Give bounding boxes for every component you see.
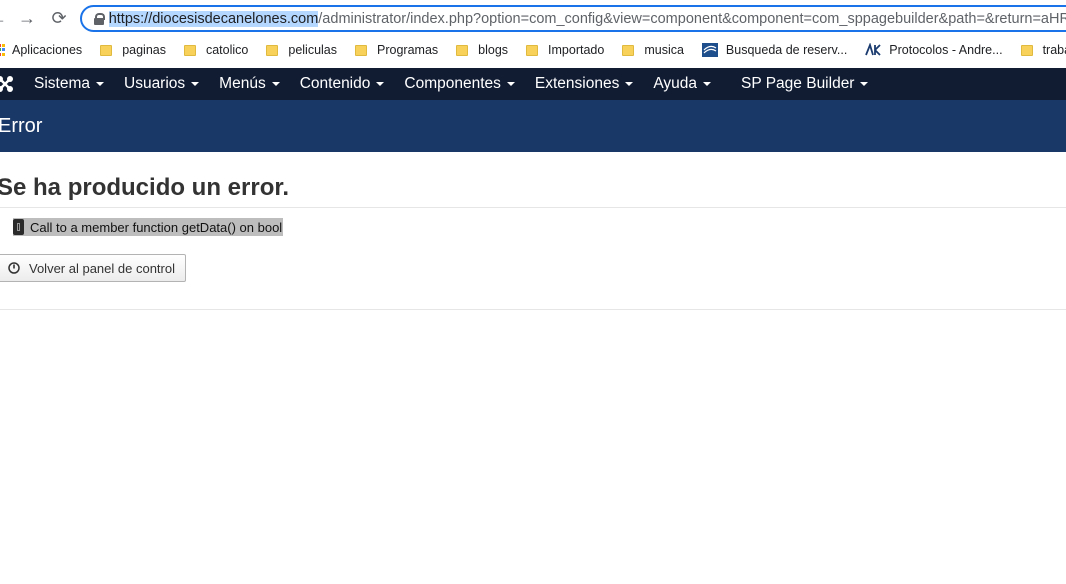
page-title-bar: Error xyxy=(0,100,1066,152)
bookmark-blogs[interactable]: blogs xyxy=(456,43,508,57)
bookmark-programas[interactable]: Programas xyxy=(355,43,438,57)
menu-label: Sistema xyxy=(34,75,90,92)
error-heading: Se ha producido un error. xyxy=(0,174,290,201)
menu-componentes[interactable]: Componentes xyxy=(404,75,515,93)
bookmark-label: paginas xyxy=(122,43,166,57)
divider xyxy=(0,309,1066,310)
url-host: https://diocesisdecanelones.com xyxy=(108,10,319,27)
url-text[interactable]: https://diocesisdecanelones.com/administ… xyxy=(108,10,1066,27)
menu-label: SP Page Builder xyxy=(741,75,855,92)
browser-toolbar: ← → ⟳ https://diocesisdecanelones.com/ad… xyxy=(0,0,1066,36)
caret-down-icon xyxy=(96,82,104,86)
caret-down-icon xyxy=(271,82,280,86)
caret-down-icon xyxy=(191,82,200,86)
admin-navbar: Sistema Usuarios Menús Contenido Compone… xyxy=(0,68,1066,100)
folder-icon xyxy=(526,44,539,56)
bookmark-label: Programas xyxy=(377,43,439,57)
url-path: /administrator/index.php?option=com_conf… xyxy=(318,10,1066,27)
menu-label: Usuarios xyxy=(124,75,186,92)
folder-icon xyxy=(622,44,635,56)
back-button-label: Volver al panel de control xyxy=(29,260,175,276)
address-bar[interactable]: https://diocesisdecanelones.com/administ… xyxy=(80,5,1066,32)
error-message: Call to a member function getData() on b… xyxy=(13,218,284,236)
apps-icon xyxy=(0,44,5,56)
bookmark-label: peliculas xyxy=(288,43,338,57)
caret-down-icon xyxy=(860,82,869,86)
dashboard-icon xyxy=(8,262,20,274)
bookmark-musica[interactable]: musica xyxy=(622,43,684,57)
menu-label: Contenido xyxy=(299,75,371,92)
joomla-logo-icon[interactable] xyxy=(0,75,14,93)
divider xyxy=(0,207,1066,208)
back-to-control-panel-button[interactable]: Volver al panel de control xyxy=(0,254,186,282)
caret-down-icon xyxy=(376,82,385,86)
menu-usuarios[interactable]: Usuarios xyxy=(124,75,200,93)
lock-icon xyxy=(94,12,105,25)
menu-label: Menús xyxy=(219,75,266,92)
folder-icon xyxy=(1020,44,1033,56)
page-title: Error xyxy=(0,114,43,137)
bookmark-label: Protocolos - Andre... xyxy=(889,43,1003,57)
back-arrow-icon[interactable]: ← xyxy=(0,6,10,30)
bookmark-label: musica xyxy=(644,43,684,57)
bookmark-paginas[interactable]: paginas xyxy=(100,43,166,57)
bookmark-label: Aplicaciones xyxy=(12,43,83,57)
bookmarks-bar: Aplicaciones paginas catolico peliculas … xyxy=(0,36,1066,64)
ak-icon xyxy=(865,43,881,56)
device-icon xyxy=(13,219,24,235)
bookmark-catolico[interactable]: catolico xyxy=(183,43,249,57)
folder-icon xyxy=(183,44,196,56)
bookmark-peliculas[interactable]: peliculas xyxy=(266,43,337,57)
reload-icon[interactable]: ⟳ xyxy=(47,6,71,30)
bookmark-protocolos[interactable]: Protocolos - Andre... xyxy=(865,43,1003,57)
bookmark-label: catolico xyxy=(205,43,249,57)
menu-sistema[interactable]: Sistema xyxy=(34,75,104,93)
reservation-icon xyxy=(701,43,718,57)
bookmark-apps[interactable]: Aplicaciones xyxy=(0,43,82,57)
menu-label: Componentes xyxy=(404,75,501,92)
bookmark-busqueda[interactable]: Busqueda de reserv... xyxy=(701,43,848,57)
menu-label: Ayuda xyxy=(653,75,698,92)
menu-ayuda[interactable]: Ayuda xyxy=(653,75,712,93)
caret-down-icon xyxy=(625,82,634,86)
folder-icon xyxy=(266,44,279,56)
caret-down-icon xyxy=(703,82,712,86)
bookmark-label: trabajo xyxy=(1042,43,1066,57)
folder-icon xyxy=(456,44,469,56)
menu-menus[interactable]: Menús xyxy=(219,75,280,93)
folder-icon xyxy=(355,44,368,56)
menu-extensiones[interactable]: Extensiones xyxy=(534,75,634,93)
error-message-text: Call to a member function getData() on b… xyxy=(30,219,283,235)
bookmark-label: Importado xyxy=(548,43,605,57)
bookmark-label: blogs xyxy=(478,43,509,57)
forward-arrow-icon[interactable]: → xyxy=(15,6,39,30)
menu-label: Extensiones xyxy=(534,75,620,92)
bookmark-importado[interactable]: Importado xyxy=(526,43,604,57)
bookmark-label: Busqueda de reserv... xyxy=(725,43,848,57)
menu-sp-page-builder[interactable]: SP Page Builder xyxy=(741,75,869,93)
menu-contenido[interactable]: Contenido xyxy=(300,75,385,93)
folder-icon xyxy=(100,44,113,56)
caret-down-icon xyxy=(506,82,515,86)
bookmark-trabajo[interactable]: trabajo xyxy=(1020,43,1066,57)
